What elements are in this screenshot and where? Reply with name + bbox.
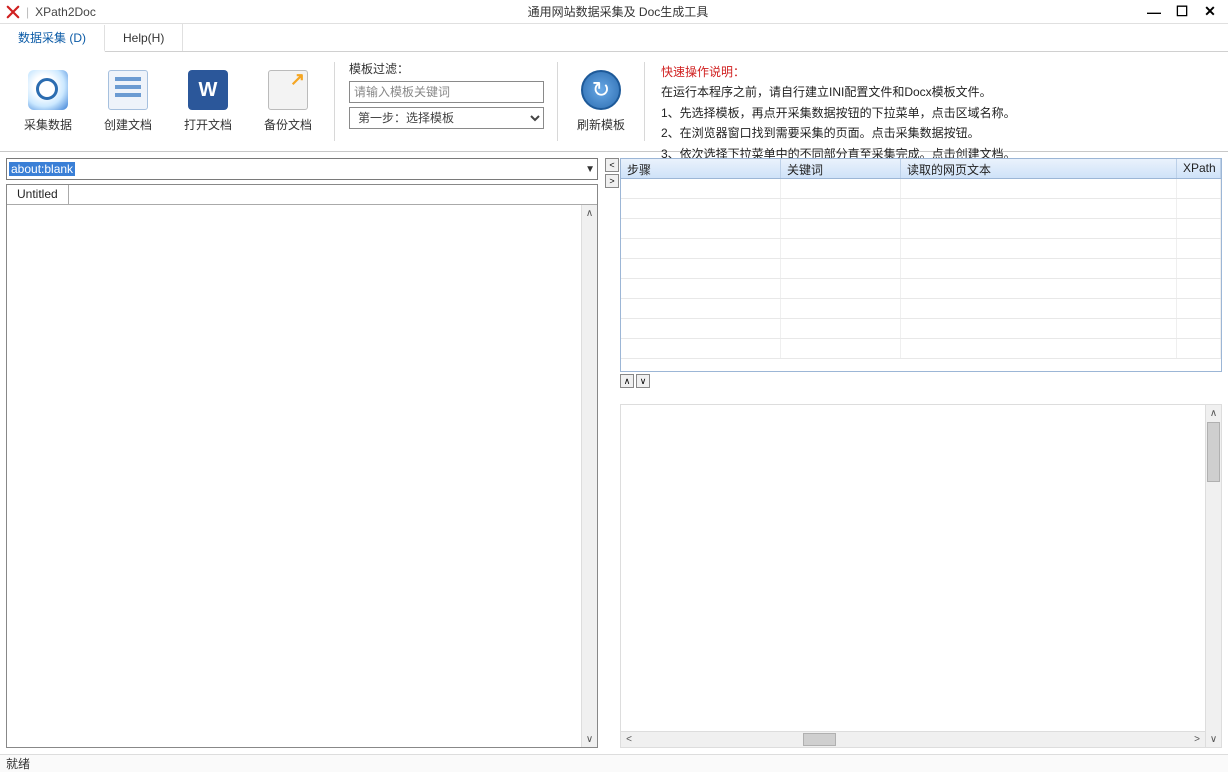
maximize-button[interactable]: ☐ bbox=[1168, 2, 1196, 22]
grid-col-keyword[interactable]: 关键词 bbox=[781, 159, 901, 178]
tab-help[interactable]: Help(H) bbox=[105, 24, 183, 51]
backup-doc-button[interactable]: 备份文档 bbox=[248, 57, 328, 147]
address-url: about:blank bbox=[9, 162, 75, 176]
scroll-left-icon[interactable]: < bbox=[621, 732, 637, 747]
backup-doc-label: 备份文档 bbox=[264, 116, 312, 133]
word-icon: W bbox=[188, 70, 228, 110]
browser-tab[interactable]: Untitled bbox=[7, 185, 69, 204]
ribbon-help-panel: 快速操作说明： 在运行本程序之前，请自行建立INI配置文件和Docx模板文件。 … bbox=[651, 56, 1026, 147]
ribbon: 采集数据 创建文档 W 打开文档 备份文档 模板过滤： 第一步：选择模板 ↻ 刷… bbox=[0, 52, 1228, 152]
menubar: 数据采集 (D) Help(H) bbox=[0, 24, 1228, 52]
grid-col-xpath[interactable]: XPath bbox=[1177, 159, 1221, 178]
scroll-thumb[interactable] bbox=[803, 733, 836, 746]
create-doc-label: 创建文档 bbox=[104, 116, 152, 133]
preview-vscroll[interactable]: ∧ ∨ bbox=[1205, 405, 1221, 747]
close-button[interactable]: ✕ bbox=[1196, 2, 1224, 22]
workspace: about:blank ▼ Untitled ∧ ∨ < > 步骤 关键词 读取… bbox=[0, 152, 1228, 754]
scroll-down-icon[interactable]: ∨ bbox=[582, 731, 597, 747]
help-line: 2、在浏览器窗口找到需要采集的页面。点击采集数据按钮。 bbox=[661, 123, 1016, 143]
browser-tabstrip: Untitled bbox=[7, 185, 597, 205]
scroll-right-icon[interactable]: > bbox=[1189, 732, 1205, 747]
minimize-button[interactable]: — bbox=[1140, 2, 1168, 22]
titlebar-divider: | bbox=[26, 5, 29, 19]
scroll-down-icon[interactable]: ∨ bbox=[1206, 731, 1221, 747]
help-line: 在运行本程序之前，请自行建立INI配置文件和Docx模板文件。 bbox=[661, 82, 1016, 102]
right-pane: 步骤 关键词 读取的网页文本 XPath ∧ ∨ ∧ bbox=[620, 152, 1228, 754]
template-filter-label: 模板过滤： bbox=[349, 60, 543, 77]
help-line: 1、先选择模板，再点开采集数据按钮的下拉菜单，点击区域名称。 bbox=[661, 103, 1016, 123]
create-doc-button[interactable]: 创建文档 bbox=[88, 57, 168, 147]
collapse-right-button[interactable]: > bbox=[605, 174, 619, 188]
template-select[interactable]: 第一步：选择模板 bbox=[349, 107, 544, 129]
open-doc-button[interactable]: W 打开文档 bbox=[168, 57, 248, 147]
search-icon bbox=[28, 70, 68, 110]
grid-col-text[interactable]: 读取的网页文本 bbox=[901, 159, 1177, 178]
grid-nav: ∧ ∨ bbox=[620, 374, 1222, 388]
tab-data-collect[interactable]: 数据采集 (D) bbox=[0, 25, 105, 52]
document-icon bbox=[108, 70, 148, 110]
open-doc-label: 打开文档 bbox=[184, 116, 232, 133]
ribbon-template-group: 模板过滤： 第一步：选择模板 bbox=[341, 56, 551, 147]
statusbar: 就绪 bbox=[0, 754, 1228, 772]
splitter: < > bbox=[604, 152, 620, 754]
grid-up-button[interactable]: ∧ bbox=[620, 374, 634, 388]
scroll-thumb[interactable] bbox=[1207, 422, 1220, 482]
grid-down-button[interactable]: ∨ bbox=[636, 374, 650, 388]
collect-data-label: 采集数据 bbox=[24, 116, 72, 133]
refresh-icon: ↻ bbox=[581, 70, 621, 110]
collapse-left-button[interactable]: < bbox=[605, 158, 619, 172]
ribbon-group-actions: 采集数据 创建文档 W 打开文档 备份文档 bbox=[8, 56, 328, 147]
ribbon-separator bbox=[644, 62, 645, 141]
window-title: 通用网站数据采集及 Doc生成工具 bbox=[96, 3, 1140, 20]
data-grid[interactable]: 步骤 关键词 读取的网页文本 XPath bbox=[620, 158, 1222, 372]
status-text: 就绪 bbox=[6, 755, 30, 772]
address-dropdown-icon[interactable]: ▼ bbox=[585, 164, 595, 175]
template-keyword-input[interactable] bbox=[349, 81, 544, 103]
preview-hscroll[interactable]: < > bbox=[621, 731, 1205, 747]
browser-tabhost: Untitled ∧ ∨ bbox=[6, 184, 598, 748]
window-controls: — ☐ ✕ bbox=[1140, 2, 1224, 22]
ribbon-separator bbox=[334, 62, 335, 141]
browser-vscroll[interactable]: ∧ ∨ bbox=[581, 205, 597, 747]
refresh-template-label: 刷新模板 bbox=[577, 116, 625, 133]
address-bar[interactable]: about:blank ▼ bbox=[6, 158, 598, 180]
collect-data-button[interactable]: 采集数据 bbox=[8, 57, 88, 147]
backup-icon bbox=[268, 70, 308, 110]
app-icon bbox=[6, 5, 20, 19]
left-pane: about:blank ▼ Untitled ∧ ∨ bbox=[0, 152, 604, 754]
titlebar: | XPath2Doc 通用网站数据采集及 Doc生成工具 — ☐ ✕ bbox=[0, 0, 1228, 24]
ribbon-separator bbox=[557, 62, 558, 141]
grid-col-step[interactable]: 步骤 bbox=[621, 159, 781, 178]
app-name: XPath2Doc bbox=[35, 5, 96, 19]
grid-body bbox=[621, 179, 1221, 359]
help-title: 快速操作说明： bbox=[661, 62, 1016, 82]
preview-pane: ∧ ∨ < > bbox=[620, 404, 1222, 748]
refresh-template-button[interactable]: ↻ 刷新模板 bbox=[564, 56, 638, 147]
scroll-up-icon[interactable]: ∧ bbox=[582, 205, 597, 221]
scroll-up-icon[interactable]: ∧ bbox=[1206, 405, 1221, 421]
grid-header: 步骤 关键词 读取的网页文本 XPath bbox=[621, 159, 1221, 179]
